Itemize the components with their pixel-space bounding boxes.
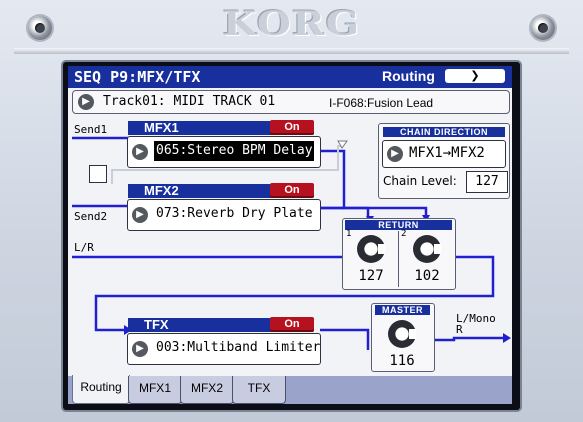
tfx-effect-name: 003:Multiband Limiter [156, 340, 321, 355]
section-label: Routing [382, 68, 435, 84]
track-name: Track01: MIDI TRACK 01 [103, 94, 276, 109]
send1-label: Send1 [74, 123, 108, 136]
track-arrow-icon[interactable]: ▶ [78, 94, 94, 110]
mfx1-select-arrow-icon[interactable]: ▶ [132, 144, 148, 160]
return-panel: RETURN 1 2 127 102 [342, 218, 456, 290]
r-label: R [456, 323, 463, 336]
mfx2-on-button[interactable]: On [270, 183, 314, 198]
mfx1-effect-field[interactable]: 065:Stereo BPM Delay [154, 141, 314, 161]
return1-value: 127 [358, 268, 384, 284]
master-knob[interactable] [388, 320, 416, 348]
chain-level-label: Chain Level: [383, 174, 457, 188]
track-selector[interactable]: ▶ Track01: MIDI TRACK 01 I-F068:Fusion L… [72, 90, 510, 114]
chain-direction-arrow-icon[interactable]: ▶ [387, 146, 403, 162]
mfx1-effect-name: 065:Stereo BPM Delay [156, 143, 313, 158]
mfx2-select-arrow-icon[interactable]: ▶ [132, 207, 148, 223]
master-value: 116 [389, 353, 415, 369]
mfx1-header: MFX1 [128, 121, 276, 135]
tab-mfx2[interactable]: MFX2 [180, 376, 234, 404]
tab-tfx[interactable]: TFX [232, 376, 286, 404]
title-bar: SEQ P9:MFX/TFX Routing ❯ [68, 66, 512, 88]
chain-level-field[interactable]: 127 [466, 171, 508, 193]
master-panel: MASTER 116 [371, 303, 435, 372]
tfx-effect-panel[interactable]: ▶ 003:Multiband Limiter [127, 333, 321, 365]
send2-label: Send2 [74, 210, 108, 223]
return-ch2-label: 2 [401, 229, 407, 239]
return-ch1-label: 1 [346, 229, 352, 239]
chain-direction-title: CHAIN DIRECTION [383, 127, 505, 137]
lr-label: L/R [74, 241, 94, 254]
brand-logo: KORG [222, 4, 361, 44]
chain-checkbox[interactable] [89, 165, 107, 183]
return1-knob[interactable] [357, 235, 385, 263]
return-title: RETURN [345, 220, 452, 230]
tfx-on-button[interactable]: On [270, 317, 314, 332]
mfx2-effect-panel[interactable]: ▶ 073:Reverb Dry Plate [127, 199, 321, 231]
page-title: SEQ P9:MFX/TFX [74, 68, 201, 86]
chain-direction-select[interactable]: ▶ MFX1→MFX2 [382, 140, 506, 168]
return2-value: 102 [414, 268, 440, 284]
chevron-down-icon: ❯ [470, 69, 480, 82]
chain-direction-value: MFX1→MFX2 [409, 145, 485, 161]
tfx-header: TFX [128, 318, 276, 332]
master-title: MASTER [375, 305, 430, 315]
mfx1-effect-panel: ▶ 065:Stereo BPM Delay [127, 136, 321, 168]
tfx-select-arrow-icon[interactable]: ▶ [132, 341, 148, 357]
mfx2-header: MFX2 [128, 184, 276, 198]
tab-mfx1[interactable]: MFX1 [128, 376, 182, 404]
mfx1-on-button[interactable]: On [270, 120, 314, 135]
return2-knob[interactable] [413, 235, 441, 263]
mfx2-effect-name: 073:Reverb Dry Plate [156, 206, 313, 221]
tab-bar: Routing MFX1 MFX2 TFX [68, 375, 512, 404]
bezel-ridge [14, 48, 569, 54]
page-menu-button[interactable]: ❯ [445, 69, 505, 83]
return-divider [398, 231, 399, 287]
tab-routing[interactable]: Routing [72, 375, 130, 404]
program-name: I-F068:Fusion Lead [329, 96, 434, 110]
